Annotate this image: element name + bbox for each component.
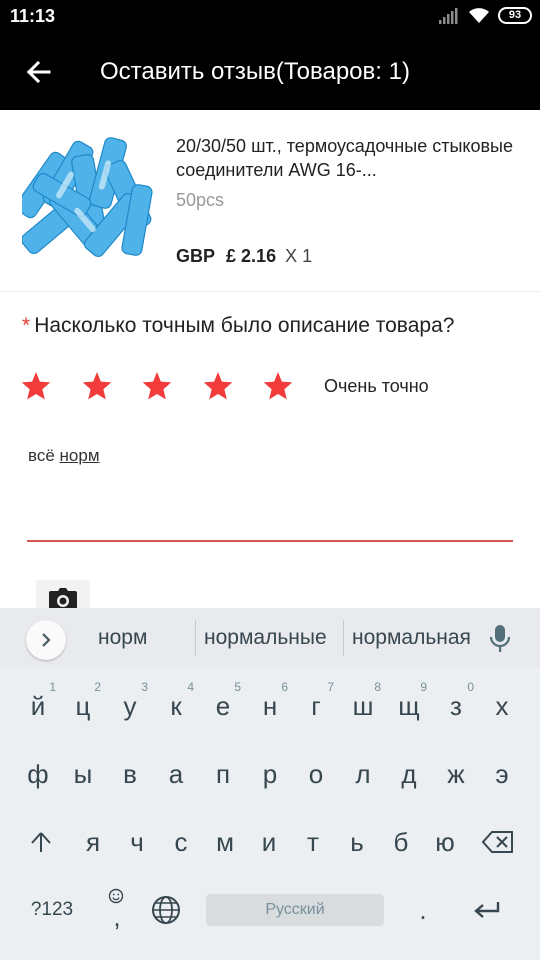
- question-text: Насколько точным было описание товара?: [34, 314, 455, 337]
- key[interactable]: н6: [244, 676, 296, 736]
- rating-label: Очень точно: [324, 376, 429, 396]
- product-quantity: X 1: [285, 246, 313, 266]
- chevron-right-icon: [42, 633, 51, 647]
- status-time: 11:13: [10, 6, 56, 26]
- product-variant: 50pcs: [176, 190, 225, 210]
- language-key[interactable]: [140, 880, 192, 940]
- key[interactable]: ц2: [57, 676, 109, 736]
- star-icon[interactable]: [262, 370, 294, 402]
- key[interactable]: у3: [104, 676, 156, 736]
- status-bar: 11:13 93: [0, 0, 540, 34]
- key[interactable]: ы: [57, 744, 109, 804]
- star-icon[interactable]: [202, 370, 234, 402]
- app-bar: Оставить отзыв(Товаров: 1): [0, 34, 540, 110]
- period-key[interactable]: .: [397, 880, 449, 940]
- signal-icon: [439, 7, 458, 24]
- shift-arrow-icon: [31, 832, 51, 852]
- key[interactable]: р: [244, 744, 296, 804]
- shift-key[interactable]: [15, 812, 67, 872]
- key[interactable]: о: [290, 744, 342, 804]
- suggestion-2[interactable]: нормальные: [204, 626, 327, 650]
- rating-question: * Насколько точным было описание товара?: [22, 314, 454, 338]
- review-text-prefix: всё: [28, 446, 60, 465]
- back-button[interactable]: [14, 48, 62, 96]
- required-mark: *: [22, 314, 31, 337]
- product-image: [22, 137, 153, 258]
- review-input-underline: [27, 540, 513, 542]
- product-name[interactable]: 20/30/50 шт., термоусадочные стыковые со…: [176, 134, 516, 182]
- key[interactable]: в: [104, 744, 156, 804]
- key[interactable]: ж: [430, 744, 482, 804]
- star-rating: [20, 370, 323, 402]
- key[interactable]: а: [150, 744, 202, 804]
- product-price: GBP £ 2.16 X 1: [176, 246, 312, 267]
- enter-key[interactable]: [461, 880, 513, 940]
- key[interactable]: х: [476, 676, 528, 736]
- backspace-icon: [482, 831, 513, 853]
- product-card: 20/30/50 шт., термоусадочные стыковые со…: [0, 110, 540, 292]
- key[interactable]: щ9: [383, 676, 435, 736]
- globe-icon: [152, 896, 180, 924]
- key[interactable]: п: [197, 744, 249, 804]
- microphone-icon[interactable]: [488, 624, 512, 654]
- price-amount: £ 2.16: [226, 246, 277, 266]
- key[interactable]: л: [337, 744, 389, 804]
- price-currency: GBP: [176, 246, 216, 266]
- comma-emoji-key[interactable]: ,: [91, 880, 143, 940]
- status-icons: 93: [438, 7, 532, 24]
- page-title: Оставить отзыв(Товаров: 1): [100, 58, 410, 85]
- battery-indicator: 93: [498, 7, 532, 24]
- star-icon[interactable]: [141, 370, 173, 402]
- suggestion-divider: [343, 620, 344, 656]
- star-icon[interactable]: [81, 370, 113, 402]
- keyboard: норм нормальные нормальная й1 ц2 у3 к4 е…: [0, 608, 540, 960]
- backspace-key[interactable]: [472, 812, 524, 872]
- suggestion-1[interactable]: норм: [98, 626, 147, 650]
- back-arrow-icon: [26, 60, 51, 84]
- suggestion-bar: норм нормальные нормальная: [0, 608, 540, 668]
- suggestion-3[interactable]: нормальная: [352, 626, 471, 650]
- enter-arrow-icon: [474, 902, 500, 918]
- expand-toolbar-button[interactable]: [26, 620, 66, 660]
- star-icon[interactable]: [20, 370, 52, 402]
- review-input[interactable]: всё норм: [28, 446, 100, 466]
- emoji-hint-icon: [108, 888, 124, 904]
- key[interactable]: е5: [197, 676, 249, 736]
- key[interactable]: д: [383, 744, 435, 804]
- symbols-key[interactable]: ?123: [26, 880, 78, 940]
- key[interactable]: к4: [150, 676, 202, 736]
- key[interactable]: ю: [419, 812, 471, 872]
- wifi-icon: [469, 7, 489, 23]
- suggestion-divider: [195, 620, 196, 656]
- key[interactable]: э: [476, 744, 528, 804]
- key[interactable]: ш8: [337, 676, 389, 736]
- key[interactable]: г7: [290, 676, 342, 736]
- space-key[interactable]: Русский: [206, 894, 384, 926]
- key[interactable]: з0: [430, 676, 482, 736]
- review-text-composing: норм: [59, 446, 100, 465]
